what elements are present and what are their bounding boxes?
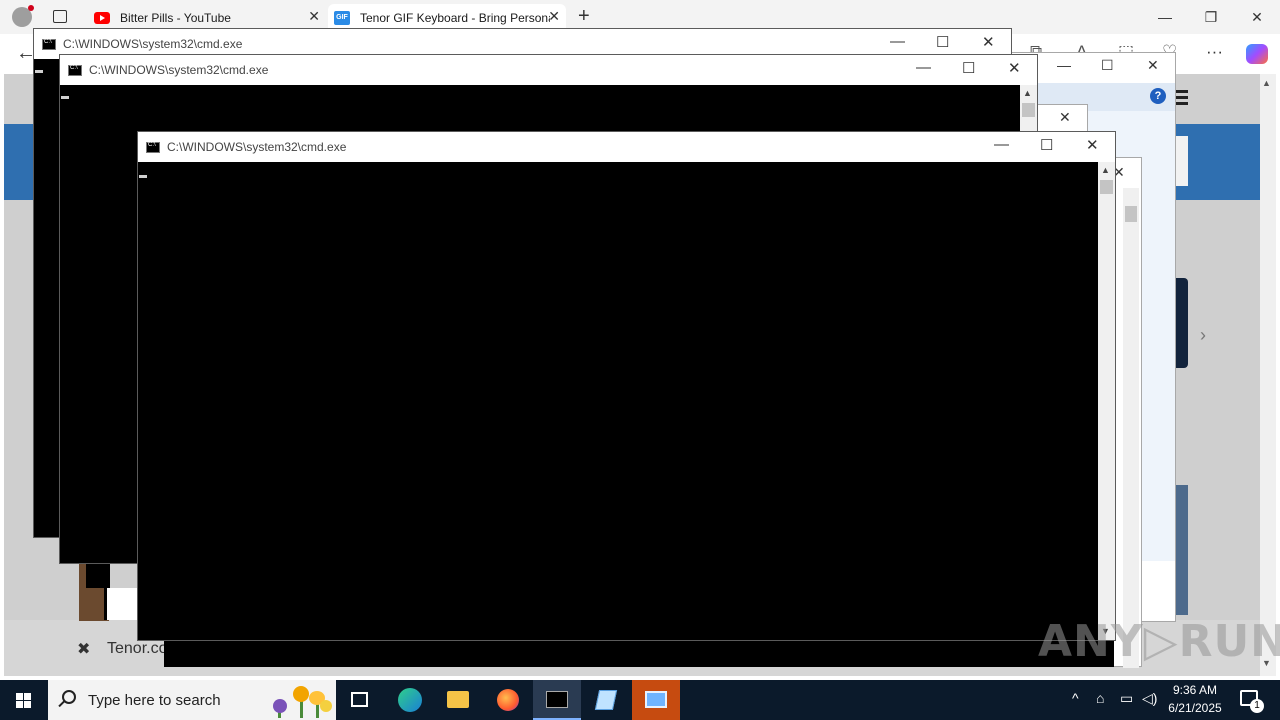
page-image	[1176, 485, 1188, 615]
firefox-icon	[497, 689, 519, 711]
cmd-scroll-thumb[interactable]	[1100, 180, 1113, 194]
tab-tenor[interactable]: GIF Tenor GIF Keyboard - Bring Personali…	[328, 4, 566, 31]
cmd-title: C:\WINDOWS\system32\cmd.exe	[167, 140, 347, 154]
cmd-window-active[interactable]: C:\WINDOWS\system32\cmd.exe — ☐ ✕ ▲ ▼	[137, 131, 1116, 641]
cmd-close-button[interactable]: ✕	[1086, 136, 1099, 154]
taskbar-cmd-button[interactable]	[533, 680, 581, 720]
page-scrollbar[interactable]	[1260, 74, 1276, 676]
cmd-minimize-button[interactable]: —	[890, 33, 905, 50]
notification-dot	[28, 5, 34, 11]
tab-title: Bitter Pills - YouTube	[120, 10, 231, 25]
taskbar-firefox-button[interactable]	[484, 680, 532, 720]
hamburger-menu-icon[interactable]	[1176, 90, 1188, 106]
tab-youtube[interactable]: Bitter Pills - YouTube ✕	[86, 4, 326, 31]
cmd-icon	[68, 64, 82, 76]
more-menu-icon[interactable]: ···	[1206, 42, 1223, 62]
anyrun-watermark: ANY▷RUN	[1038, 616, 1280, 667]
text-cursor	[139, 175, 147, 178]
gif-icon: GIF	[334, 10, 350, 25]
cmd-titlebar[interactable]: C:\WINDOWS\system32\cmd.exe	[60, 55, 1037, 85]
youtube-icon	[94, 11, 110, 24]
start-button[interactable]	[0, 680, 48, 720]
file-explorer-icon	[447, 691, 469, 708]
taskbar-window-button[interactable]	[632, 680, 680, 720]
dialog-close-button[interactable]: ✕	[1059, 109, 1071, 126]
taskbar: Type here to search ^ ⌂ ▭ ◁) 9:36 AM 6/2…	[0, 680, 1280, 720]
cmd-minimize-button[interactable]: —	[994, 136, 1009, 153]
search-placeholder: Type here to search	[88, 692, 221, 709]
tab-title: Tenor GIF Keyboard - Bring Personality	[360, 10, 550, 25]
cmd-icon	[146, 141, 160, 153]
application-window-icon	[645, 691, 667, 708]
cmd-overflow-region	[164, 641, 1114, 667]
cmd-scroll-thumb[interactable]	[1022, 103, 1035, 117]
flowers-illustration-icon	[273, 686, 332, 718]
copilot-icon[interactable]	[1246, 44, 1268, 64]
network-icon[interactable]: ▭	[1120, 690, 1133, 707]
dialog-close-button[interactable]: ✕	[1147, 57, 1159, 74]
cmd-title: C:\WINDOWS\system32\cmd.exe	[63, 37, 243, 51]
cmd-maximize-button[interactable]: ☐	[1040, 136, 1053, 154]
taskbar-explorer-button[interactable]	[434, 680, 482, 720]
cmd-maximize-button[interactable]: ☐	[962, 59, 975, 77]
edge-icon	[398, 688, 422, 712]
dialog-scrollbar[interactable]	[1123, 188, 1139, 668]
cmd-scrollbar[interactable]: ▲ ▼	[1098, 162, 1115, 640]
cmd-minimize-button[interactable]: —	[916, 59, 931, 76]
browser-restore-button[interactable]: ❐	[1188, 0, 1234, 34]
cmd-icon	[42, 38, 56, 50]
text-cursor	[61, 96, 69, 99]
windows-logo-icon	[16, 693, 32, 708]
dialog-maximize-button[interactable]: ☐	[1101, 57, 1114, 74]
new-tab-button[interactable]: +	[578, 5, 590, 28]
tab-actions-icon[interactable]	[53, 10, 67, 23]
clock-time[interactable]: 9:36 AM	[1160, 683, 1230, 697]
tab-close-icon[interactable]: ✕	[308, 8, 320, 25]
scroll-up-icon[interactable]: ▲	[1023, 88, 1032, 98]
footer-text: Tenor.co	[107, 640, 168, 657]
cmd-titlebar[interactable]: C:\WINDOWS\system32\cmd.exe	[138, 132, 1115, 162]
volume-icon[interactable]: ◁)	[1142, 690, 1157, 707]
help-icon[interactable]: ?	[1150, 88, 1166, 104]
carousel-card[interactable]	[1176, 278, 1188, 368]
taskbar-search-box[interactable]: Type here to search	[48, 680, 336, 720]
tab-close-icon[interactable]: ✕	[548, 8, 560, 25]
cmd-title: C:\WINDOWS\system32\cmd.exe	[89, 63, 269, 77]
cmd-icon	[546, 691, 568, 708]
cmd-close-button[interactable]: ✕	[982, 33, 995, 51]
tray-device-icon[interactable]: ⌂	[1096, 690, 1104, 706]
taskbar-notepad-button[interactable]	[582, 680, 630, 720]
cmd-close-button[interactable]: ✕	[1008, 59, 1021, 77]
task-view-icon	[351, 692, 368, 707]
taskbar-edge-button[interactable]	[386, 680, 434, 720]
text-cursor	[35, 70, 43, 73]
dialog-minimize-button[interactable]: —	[1057, 57, 1071, 73]
clock-date[interactable]: 6/21/2025	[1160, 701, 1230, 715]
dark-region	[86, 563, 110, 588]
page-button[interactable]	[1176, 136, 1188, 186]
task-view-button[interactable]	[336, 680, 384, 720]
carousel-next-icon[interactable]: ›	[1200, 325, 1206, 346]
cmd-maximize-button[interactable]: ☐	[936, 33, 949, 51]
search-icon	[62, 690, 76, 704]
browser-minimize-button[interactable]: —	[1142, 0, 1188, 34]
dialog-scroll-thumb[interactable]	[1125, 206, 1137, 222]
tray-chevron-icon[interactable]: ^	[1072, 690, 1079, 706]
scroll-up-icon[interactable]: ▲	[1101, 165, 1110, 175]
notepad-icon	[594, 690, 618, 710]
browser-close-button[interactable]: ✕	[1234, 0, 1280, 34]
footer-close-icon[interactable]: ✖	[77, 639, 90, 659]
scroll-up-icon[interactable]: ▲	[1262, 78, 1271, 88]
notification-badge: 1	[1250, 699, 1264, 713]
light-region	[104, 588, 138, 620]
